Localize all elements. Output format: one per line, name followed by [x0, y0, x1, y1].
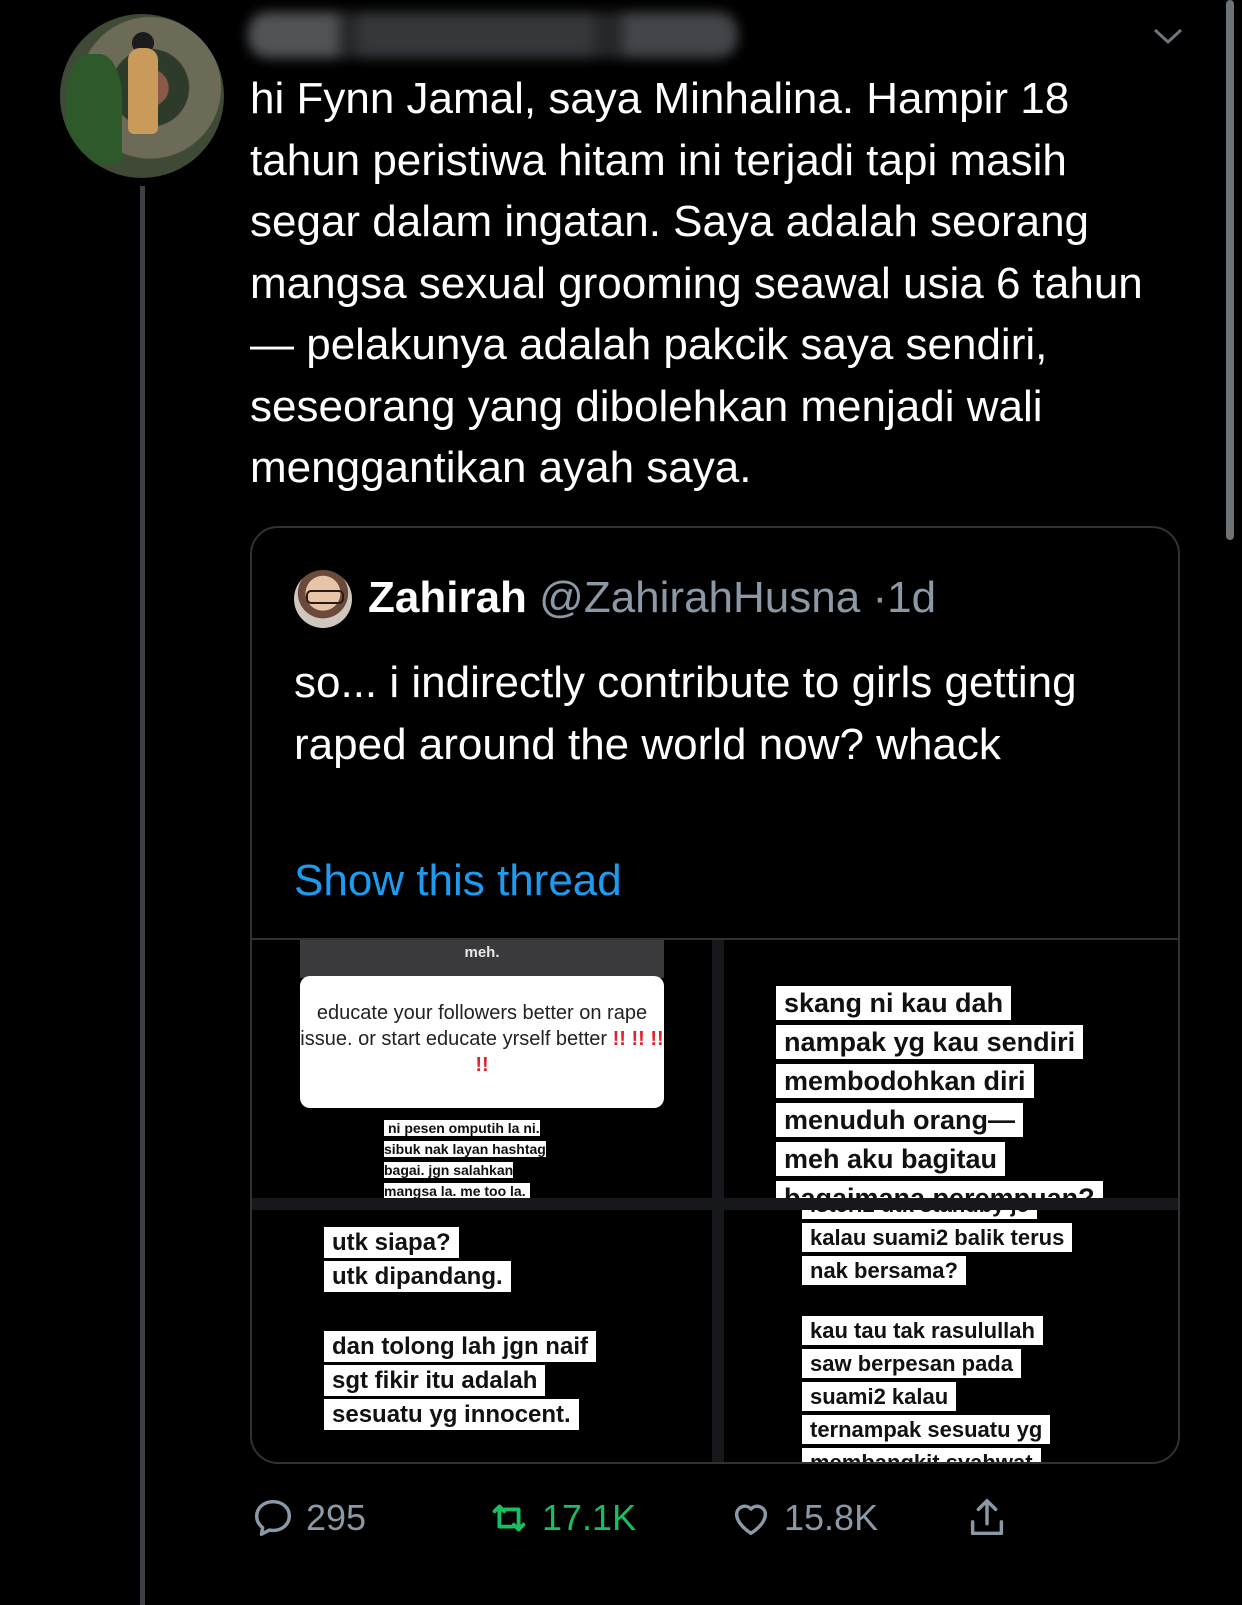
like-count: 15.8K	[784, 1497, 879, 1538]
avatar-glasses	[306, 590, 344, 604]
media-image-2[interactable]: skang ni kau dah nampak yg kau sendiri m…	[724, 940, 1178, 1198]
media-divider-horizontal	[252, 1198, 1178, 1210]
story-line: bagaimana perempuan?	[776, 1181, 1103, 1198]
avatar-figure	[128, 48, 158, 134]
share-button[interactable]	[964, 1488, 1010, 1548]
story-line: sgt fikir itu adalah	[324, 1365, 546, 1396]
story-line: nak bersama?	[802, 1256, 966, 1285]
story-top-bar: meh.	[300, 940, 664, 978]
media-image-4[interactable]: isteri2 utk standby je kalau suami2 bali…	[724, 1210, 1178, 1462]
story-line: meh aku bagitau	[776, 1142, 1006, 1176]
quoted-handle[interactable]: @ZahirahHusna	[539, 573, 860, 622]
tweet-text: hi Fynn Jamal, saya Minhalina. Hampir 18…	[250, 74, 1143, 492]
tweet-actions: 295 17.1K 15.8K	[250, 1488, 1050, 1548]
story-card-text: educate your followers better on rape is…	[300, 1002, 648, 1050]
heart-icon	[734, 1504, 768, 1536]
story-line: utk siapa?	[324, 1227, 459, 1258]
show-thread-link[interactable]: Show this thread	[294, 850, 622, 912]
media-image-1[interactable]: meh. educate your followers better on ra…	[252, 940, 712, 1198]
chevron-down-icon[interactable]	[1152, 26, 1184, 46]
meta-separator: ·	[872, 573, 888, 622]
story-line: saw berpesan pada	[802, 1349, 1021, 1378]
story-line: dan tolong lah jgn naif	[324, 1331, 596, 1362]
story-line: membangkit syahwat	[802, 1448, 1041, 1462]
retweet-count: 17.1K	[542, 1497, 637, 1538]
story-text-block: isteri2 utk standby je kalau suami2 bali…	[802, 1210, 1162, 1287]
quoted-time[interactable]: 1d	[887, 573, 936, 622]
quoted-avatar[interactable]	[294, 570, 352, 628]
author-header-redacted	[248, 12, 738, 58]
story-line: sesuatu yg innocent.	[324, 1399, 579, 1430]
like-button[interactable]: 15.8K	[728, 1488, 878, 1548]
story-text-block: skang ni kau dah nampak yg kau sendiri m…	[776, 984, 1156, 1198]
reply-button[interactable]: 295	[250, 1488, 366, 1548]
story-line: membodohkan diri	[776, 1064, 1034, 1098]
story-line: kau tau tak rasulullah	[802, 1316, 1043, 1345]
story-note: ni pesen omputih la ni. sibuk nak layan …	[384, 1118, 564, 1198]
story-line: suami2 kalau	[802, 1382, 957, 1411]
thread-line	[140, 186, 145, 1605]
media-image-3[interactable]: utk siapa? utk dipandang. dan tolong lah…	[252, 1210, 712, 1462]
retweet-button[interactable]: 17.1K	[486, 1488, 636, 1548]
media-grid: meh. educate your followers better on ra…	[252, 938, 1178, 1462]
quoted-name[interactable]: Zahirah	[368, 573, 527, 622]
story-line: kalau suami2 balik terus	[802, 1223, 1073, 1252]
author-avatar[interactable]	[60, 14, 224, 178]
retweet-icon	[492, 1504, 526, 1532]
story-note-text: ni pesen omputih la ni. sibuk nak layan …	[384, 1120, 546, 1198]
quoted-tweet[interactable]: Zahirah @ZahirahHusna ·1d so... i indire…	[250, 526, 1180, 1464]
story-line: menuduh orang—	[776, 1103, 1023, 1137]
story-line: isteri2 utk standby je	[802, 1210, 1037, 1219]
quoted-header: Zahirah @ZahirahHusna ·1d	[368, 568, 936, 628]
story-text-block: kau tau tak rasulullah saw berpesan pada…	[802, 1314, 1162, 1462]
reply-icon	[254, 1499, 292, 1537]
scrollbar[interactable]	[1226, 0, 1234, 540]
story-text-block: utk siapa? utk dipandang.	[324, 1226, 664, 1294]
story-line: nampak yg kau sendiri	[776, 1025, 1084, 1059]
share-icon	[970, 1499, 1004, 1536]
quoted-text: so... i indirectly contribute to girls g…	[294, 658, 1077, 769]
story-line: skang ni kau dah	[776, 986, 1012, 1020]
story-line: utk dipandang.	[324, 1261, 511, 1292]
reply-count: 295	[306, 1497, 367, 1538]
avatar-plant	[66, 54, 122, 164]
story-line: ternampak sesuatu yg	[802, 1415, 1051, 1444]
story-text-block: dan tolong lah jgn naif sgt fikir itu ad…	[324, 1330, 664, 1432]
story-question-card: educate your followers better on rape is…	[300, 976, 664, 1108]
